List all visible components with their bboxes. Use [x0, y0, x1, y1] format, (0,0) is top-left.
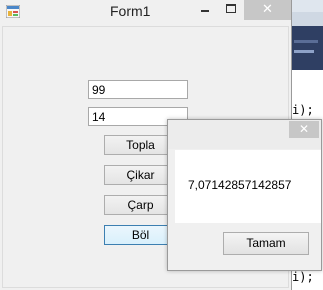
editor-tab — [294, 40, 318, 43]
message-box-close-button[interactable]: ✕ — [289, 121, 319, 138]
editor-tab — [294, 50, 314, 53]
form-app-icon[interactable] — [6, 5, 20, 18]
close-icon: ✕ — [262, 2, 273, 17]
close-button[interactable]: ✕ — [244, 0, 291, 20]
editor-tab-strip — [290, 26, 323, 70]
message-box: ✕ 7,07142857142857 Tamam — [167, 119, 322, 271]
message-text: 7,07142857142857 — [188, 178, 292, 192]
ok-button[interactable]: Tamam — [223, 232, 309, 255]
minimize-icon — [201, 10, 209, 12]
minimize-button[interactable] — [192, 0, 218, 20]
message-box-body: 7,07142857142857 — [175, 150, 321, 223]
close-icon: ✕ — [298, 122, 310, 136]
maximize-icon — [226, 4, 236, 13]
message-box-titlebar[interactable]: ✕ — [168, 120, 321, 149]
code-line: i); — [292, 270, 314, 284]
code-line: i); — [292, 103, 314, 117]
form-title: Form1 — [110, 3, 151, 19]
editor-toolbar-row — [290, 12, 323, 26]
first-number-input[interactable] — [88, 80, 188, 99]
form-titlebar[interactable]: Form1 ✕ — [0, 0, 291, 24]
maximize-button[interactable] — [218, 0, 244, 20]
editor-toolbar — [290, 0, 323, 12]
